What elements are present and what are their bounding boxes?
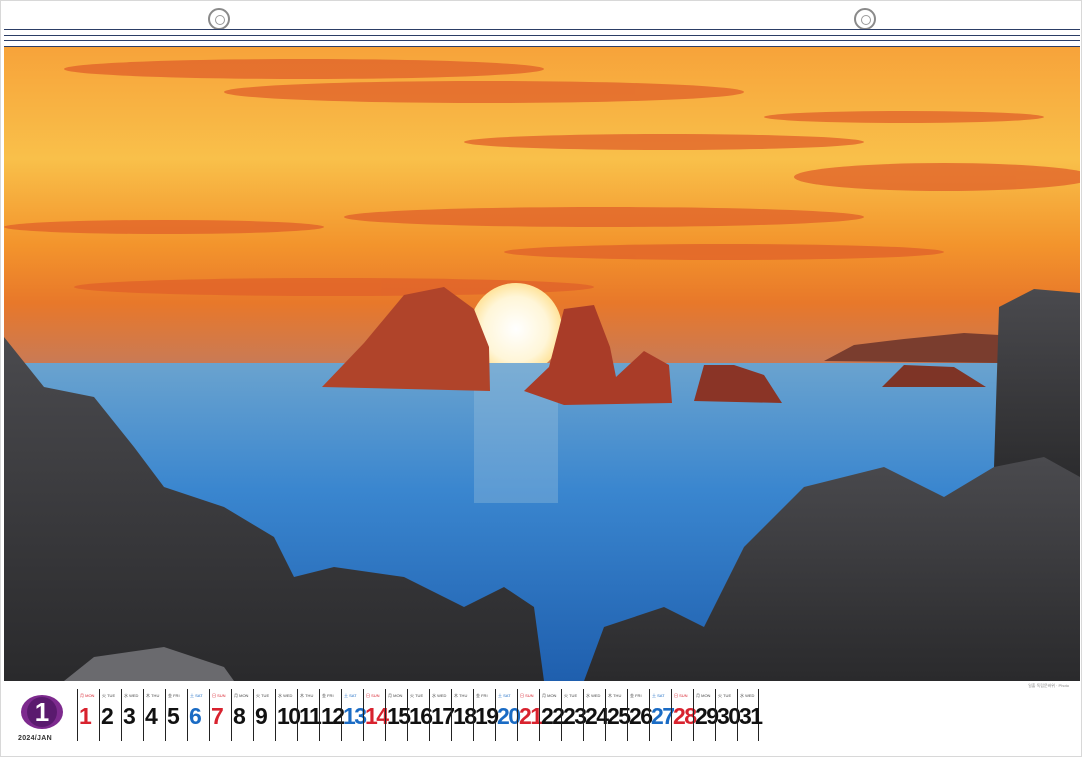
hanger-hole-icon bbox=[854, 8, 876, 30]
day-of-week-label: 水 WED bbox=[278, 693, 293, 698]
day-cell: 日 SUN 14 bbox=[363, 689, 389, 741]
day-cell: 火 TUE 16 bbox=[407, 689, 433, 741]
day-of-week-label: 金 FRI bbox=[630, 693, 642, 698]
day-of-week-label: 月 MON bbox=[696, 693, 711, 698]
day-of-week-label: 火 TUE bbox=[718, 693, 732, 698]
day-of-week-label: 月 MON bbox=[80, 693, 95, 698]
day-of-week-label: 水 WED bbox=[124, 693, 139, 698]
day-of-week-label: 火 TUE bbox=[564, 693, 578, 698]
sunrise-scene-illustration bbox=[4, 47, 1080, 681]
day-number: 9 bbox=[255, 703, 268, 729]
year-month-label: 2024/JAN bbox=[18, 735, 52, 742]
day-of-week-label: 日 SUN bbox=[366, 693, 380, 698]
day-of-week-label: 水 WED bbox=[432, 693, 447, 698]
day-of-week-label: 月 MON bbox=[542, 693, 557, 698]
hanger-hole-icon bbox=[208, 8, 230, 30]
day-cell: 土 SAT 20 bbox=[495, 689, 521, 741]
day-cell: 火 TUE 30 bbox=[715, 689, 741, 741]
day-cell: 月 MON 1 bbox=[77, 689, 99, 741]
day-cell: 木 THU 11 bbox=[297, 689, 322, 741]
day-of-week-label: 土 SAT bbox=[190, 693, 203, 698]
day-of-week-label: 木 THU bbox=[146, 693, 160, 698]
day-row: 月 MON 1 火 TUE 2 水 WED 3 木 THU 4 金 FRI 5 土 SAT 6 日 SU… bbox=[77, 689, 763, 741]
day-of-week-label: 土 SAT bbox=[344, 693, 357, 698]
day-number: 5 bbox=[167, 703, 180, 729]
binding-strip bbox=[4, 29, 1080, 47]
day-of-week-label: 火 TUE bbox=[102, 693, 116, 698]
day-of-week-label: 月 MON bbox=[388, 693, 403, 698]
day-cell: 土 SAT 13 bbox=[341, 689, 367, 741]
day-cell: 月 MON 22 bbox=[539, 689, 565, 741]
day-of-week-label: 日 SUN bbox=[212, 693, 226, 698]
day-cell: 木 THU 18 bbox=[451, 689, 477, 741]
day-number: 2 bbox=[101, 703, 114, 729]
day-of-week-label: 日 SUN bbox=[520, 693, 534, 698]
day-cell: 日 SUN 21 bbox=[517, 689, 543, 741]
day-cell: 日 SUN 28 bbox=[671, 689, 697, 741]
day-cell: 日 SUN 7 bbox=[209, 689, 231, 741]
day-of-week-label: 火 TUE bbox=[256, 693, 270, 698]
day-number: 6 bbox=[189, 703, 202, 729]
day-of-week-label: 水 WED bbox=[740, 693, 755, 698]
day-number: 7 bbox=[211, 703, 224, 729]
day-cell: 水 WED 17 bbox=[429, 689, 455, 741]
day-cell: 土 SAT 6 bbox=[187, 689, 209, 741]
day-cell: 金 FRI 26 bbox=[627, 689, 653, 741]
day-cell: 月 MON 15 bbox=[385, 689, 411, 741]
day-cell: 水 WED 31 bbox=[737, 689, 763, 741]
day-cell: 火 TUE 2 bbox=[99, 689, 121, 741]
day-cell: 金 FRI 19 bbox=[473, 689, 499, 741]
month-badge: 1 bbox=[21, 695, 63, 729]
day-of-week-label: 月 MON bbox=[234, 693, 249, 698]
day-of-week-label: 日 SUN bbox=[674, 693, 688, 698]
day-of-week-label: 木 THU bbox=[454, 693, 468, 698]
day-of-week-label: 金 FRI bbox=[168, 693, 180, 698]
day-of-week-label: 水 WED bbox=[586, 693, 601, 698]
day-cell: 金 FRI 5 bbox=[165, 689, 187, 741]
day-cell: 水 WED 24 bbox=[583, 689, 609, 741]
day-of-week-label: 火 TUE bbox=[410, 693, 424, 698]
wall-calendar-page: 일출 독립문바위 · Photo 1 2024/JAN 月 MON 1 火 TUE 2… bbox=[0, 0, 1082, 757]
day-number: 11 bbox=[299, 703, 322, 729]
landscape-photo bbox=[4, 47, 1080, 681]
day-cell: 月 MON 8 bbox=[231, 689, 253, 741]
day-number: 31 bbox=[739, 703, 763, 729]
day-cell: 水 WED 10 bbox=[275, 689, 301, 741]
day-of-week-label: 木 THU bbox=[300, 693, 314, 698]
day-number: 4 bbox=[145, 703, 158, 729]
day-number: 3 bbox=[123, 703, 136, 729]
day-of-week-label: 土 SAT bbox=[498, 693, 511, 698]
day-number: 8 bbox=[233, 703, 246, 729]
month-number: 1 bbox=[27, 697, 57, 727]
day-of-week-label: 金 FRI bbox=[322, 693, 334, 698]
day-cell: 火 TUE 23 bbox=[561, 689, 587, 741]
day-cell: 金 FRI 12 bbox=[319, 689, 345, 741]
day-cell: 月 MON 29 bbox=[693, 689, 719, 741]
day-cell: 木 THU 4 bbox=[143, 689, 165, 741]
calendar-strip: 1 2024/JAN 月 MON 1 火 TUE 2 水 WED 3 木 THU 4 金 FRI… bbox=[4, 683, 1080, 755]
day-cell: 水 WED 3 bbox=[121, 689, 143, 741]
day-number: 1 bbox=[79, 703, 92, 729]
day-cell: 土 SAT 27 bbox=[649, 689, 675, 741]
day-cell: 火 TUE 9 bbox=[253, 689, 275, 741]
day-of-week-label: 木 THU bbox=[608, 693, 622, 698]
day-of-week-label: 土 SAT bbox=[652, 693, 665, 698]
day-of-week-label: 金 FRI bbox=[476, 693, 488, 698]
day-cell: 木 THU 25 bbox=[605, 689, 631, 741]
